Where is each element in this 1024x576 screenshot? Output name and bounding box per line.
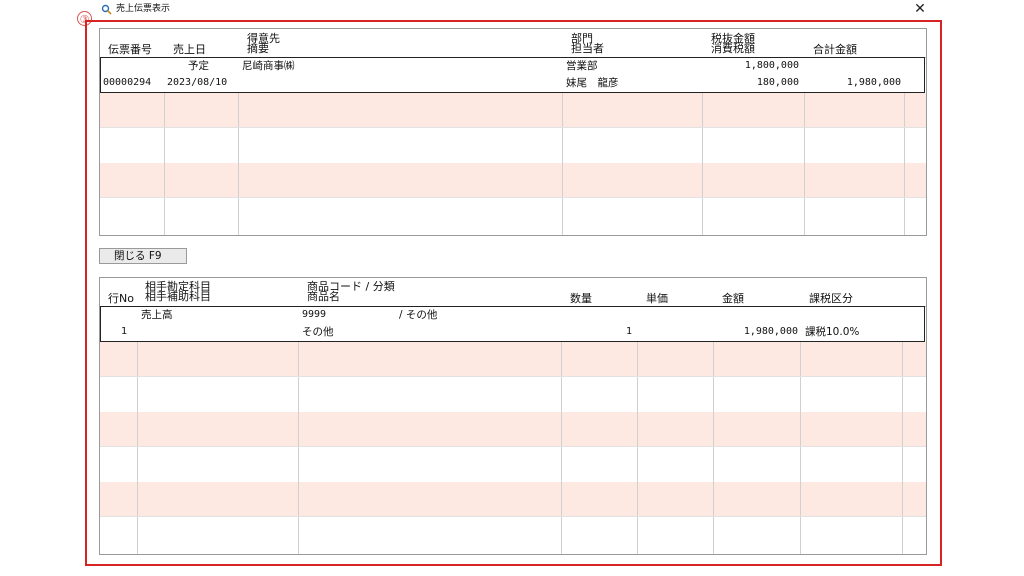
- col-tax-class[interactable]: 課税区分: [809, 293, 853, 304]
- title-bar: 売上伝票表示 ✕: [0, 0, 1024, 18]
- amount-ex-tax: 1,800,000: [744, 60, 799, 71]
- col-sub-account[interactable]: 相手補助科目: [145, 291, 211, 302]
- close-icon[interactable]: ✕: [912, 1, 928, 17]
- product-name: その他: [302, 326, 334, 338]
- slip-number: 00000294: [103, 77, 152, 88]
- line-number: 1: [121, 326, 128, 337]
- col-quantity[interactable]: 数量: [570, 293, 592, 304]
- col-product-name[interactable]: 商品名: [307, 291, 340, 302]
- col-line-no[interactable]: 行No: [108, 293, 134, 304]
- col-amount[interactable]: 金額: [722, 293, 744, 304]
- amount: 1,980,000: [743, 326, 798, 337]
- customer-name: 尼崎商事㈱: [242, 60, 295, 72]
- slip-row[interactable]: 予定 尼崎商事㈱ 営業部 1,800,000 00000294 2023/08/…: [100, 57, 925, 93]
- search-doc-icon: [101, 4, 112, 15]
- close-button[interactable]: 閉じる F9: [99, 248, 187, 264]
- product-code: 9999: [302, 309, 327, 320]
- col-tax-amount[interactable]: 消費税額: [711, 43, 755, 54]
- detail-row[interactable]: 売上高 9999 / その他 1 その他 1 1,980,000 課税10.0%: [100, 306, 925, 342]
- window-title: 売上伝票表示: [116, 4, 171, 14]
- department-name: 営業部: [566, 60, 598, 72]
- col-unit-price[interactable]: 単価: [646, 293, 668, 304]
- striped-row: [100, 342, 926, 376]
- staff-name: 妹尾 龍彦: [566, 77, 619, 89]
- product-category: / その他: [399, 309, 438, 321]
- striped-row: [100, 482, 926, 516]
- sales-date: 2023/08/10: [167, 77, 228, 88]
- account-name: 売上高: [141, 309, 173, 321]
- total-amount: 1,980,000: [846, 77, 901, 88]
- col-slip-no[interactable]: 伝票番号: [108, 44, 152, 55]
- quantity: 1: [625, 326, 632, 337]
- slip-status: 予定: [188, 60, 209, 72]
- tax-class: 課税10.0%: [805, 326, 860, 338]
- col-staff[interactable]: 担当者: [571, 43, 604, 54]
- col-summary[interactable]: 摘要: [247, 43, 269, 54]
- striped-row: [100, 412, 926, 446]
- col-sales-date[interactable]: 売上日: [173, 44, 206, 55]
- lower-header-row: 行No 相手勘定科目 相手補助科目 商品コード / 分類 商品名 数量 単価 金…: [100, 278, 926, 307]
- tax-amount: 180,000: [756, 77, 799, 88]
- slip-detail-grid[interactable]: 行No 相手勘定科目 相手補助科目 商品コード / 分類 商品名 数量 単価 金…: [99, 277, 927, 555]
- upper-header-row: 伝票番号 売上日 得意先 摘要 部門 担当者 税抜金額 消費税額 合計金額: [100, 29, 926, 58]
- col-total[interactable]: 合計金額: [813, 44, 857, 55]
- slip-header-grid[interactable]: 伝票番号 売上日 得意先 摘要 部門 担当者 税抜金額 消費税額 合計金額 予定…: [99, 28, 927, 236]
